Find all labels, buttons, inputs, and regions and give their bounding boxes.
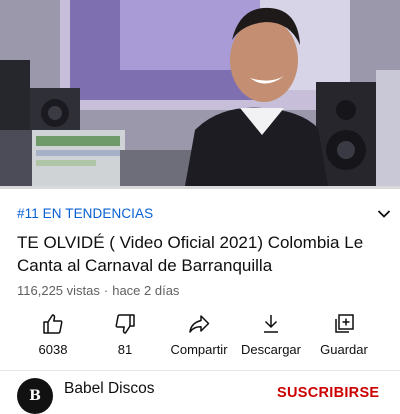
dislike-count: 81 xyxy=(117,342,133,357)
save-label: Guardar xyxy=(320,342,368,357)
video-player[interactable] xyxy=(0,0,400,186)
dislike-button[interactable]: 81 xyxy=(85,308,165,362)
channel-name[interactable]: Babel Discos xyxy=(64,380,154,398)
save-playlist-icon xyxy=(335,314,354,333)
save-button[interactable]: Guardar xyxy=(304,308,384,362)
stats-separator: · xyxy=(103,283,109,298)
expand-description-button[interactable] xyxy=(372,202,396,226)
download-label: Descargar xyxy=(241,342,301,357)
trending-badge[interactable]: #11 EN TENDENCIAS xyxy=(17,206,153,221)
share-icon xyxy=(189,315,210,333)
video-stats: 116,225 vistas · hace 2 días xyxy=(17,283,179,298)
share-label: Compartir xyxy=(170,342,228,357)
view-count: 116,225 vistas xyxy=(17,283,100,298)
section-divider xyxy=(0,370,400,371)
channel-avatar-logo: B xyxy=(29,388,41,404)
chevron-down-icon xyxy=(377,210,391,218)
like-button[interactable]: 6038 xyxy=(13,308,93,362)
channel-avatar[interactable]: B xyxy=(17,378,53,414)
video-title[interactable]: TE OLVIDÉ ( Video Oficial 2021) Colombia… xyxy=(17,231,387,277)
download-icon xyxy=(264,315,278,333)
download-button[interactable]: Descargar xyxy=(231,308,311,362)
subscribe-button[interactable]: SUSCRIBIRSE xyxy=(277,385,379,401)
action-bar: 6038 81 Compartir Descargar Guardar xyxy=(0,308,400,362)
thumb-up-icon xyxy=(43,314,63,334)
share-button[interactable]: Compartir xyxy=(159,308,239,362)
upload-age: hace 2 días xyxy=(112,283,180,298)
video-progress-bar[interactable] xyxy=(0,186,400,189)
thumb-down-icon xyxy=(115,314,135,334)
like-count: 6038 xyxy=(38,342,68,357)
video-frame xyxy=(0,0,400,186)
